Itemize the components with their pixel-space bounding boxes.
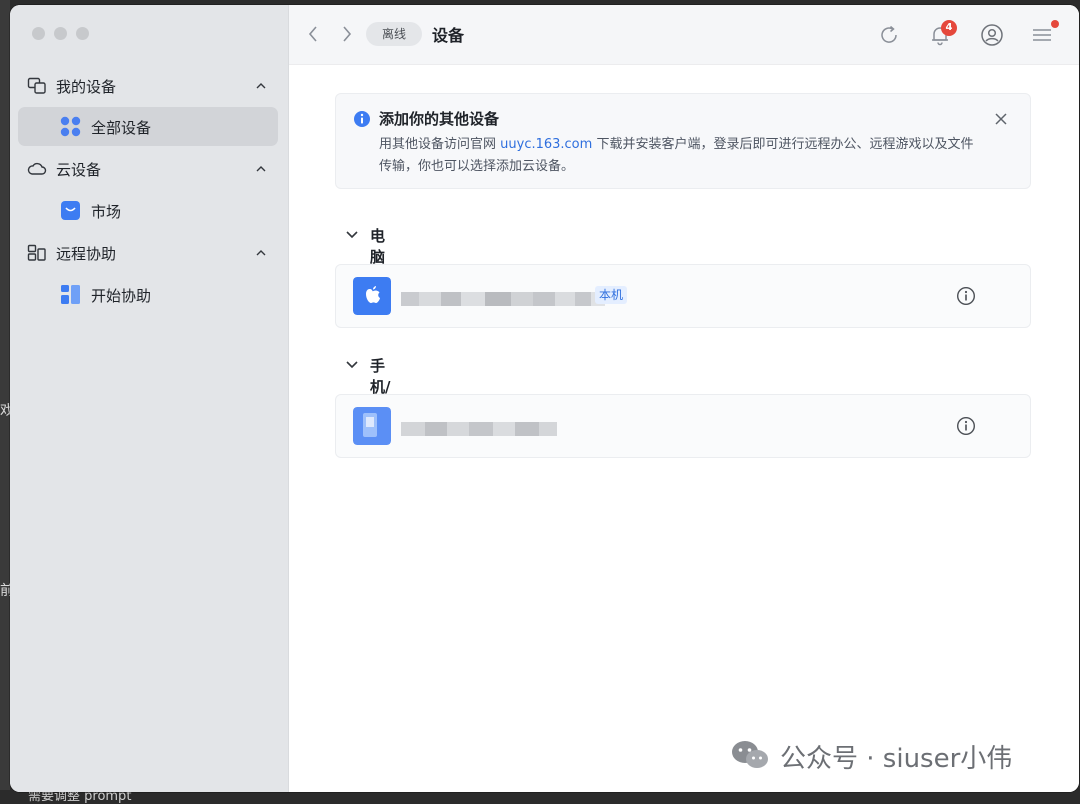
sidebar-group-label: 远程协助 bbox=[56, 245, 117, 263]
menu-notification-dot bbox=[1051, 20, 1059, 28]
chevron-up-icon[interactable] bbox=[255, 247, 267, 259]
device-card[interactable] bbox=[335, 394, 1031, 458]
grid-dots-icon bbox=[60, 116, 81, 137]
website-link[interactable]: uuyc.163.com bbox=[500, 137, 592, 152]
section-title-text: 电脑 bbox=[370, 227, 386, 266]
devices-icon bbox=[27, 77, 46, 94]
chevron-up-icon[interactable] bbox=[255, 163, 267, 175]
device-info-icon[interactable] bbox=[956, 416, 976, 436]
watermark: 公众号 · siuser小伟 bbox=[730, 732, 1060, 778]
cloud-icon bbox=[27, 162, 47, 175]
chevron-down-icon bbox=[346, 361, 358, 369]
remote-assist-icon bbox=[27, 244, 46, 261]
tablet-icon bbox=[353, 407, 391, 445]
add-devices-banner: 添加你的其他设备 用其他设备访问官网 uuyc.163.com 下载并安装客户端… bbox=[335, 93, 1031, 189]
notification-count-badge: 4 bbox=[941, 20, 957, 36]
sidebar-group-my-devices[interactable]: 我的设备 bbox=[10, 71, 288, 101]
app-window: 我的设备 全部设备 云设备 市场 远程协助 开始协助 离线 设备 4 添加你的其… bbox=[10, 5, 1079, 792]
sidebar: 我的设备 全部设备 云设备 市场 远程协助 开始协助 bbox=[10, 5, 289, 792]
sidebar-item-all-devices[interactable]: 全部设备 bbox=[18, 107, 278, 146]
sidebar-group-label: 云设备 bbox=[56, 161, 102, 179]
start-assist-icon bbox=[61, 285, 80, 304]
sidebar-item-market[interactable]: 市场 bbox=[18, 191, 278, 230]
sidebar-item-label: 市场 bbox=[91, 203, 122, 221]
shopping-bag-icon bbox=[61, 201, 80, 220]
device-name-redacted bbox=[401, 288, 605, 306]
device-name-redacted bbox=[401, 418, 557, 436]
forward-icon[interactable] bbox=[341, 25, 353, 43]
minimize-window-button[interactable] bbox=[54, 27, 67, 40]
back-icon[interactable] bbox=[307, 25, 319, 43]
status-badge: 离线 bbox=[366, 22, 422, 46]
sidebar-item-label: 全部设备 bbox=[91, 119, 152, 137]
sidebar-group-cloud-devices[interactable]: 云设备 bbox=[10, 154, 288, 184]
page-title: 设备 bbox=[432, 26, 465, 45]
menu-icon[interactable] bbox=[1031, 26, 1053, 44]
device-card[interactable]: 本机 bbox=[335, 264, 1031, 328]
window-controls bbox=[32, 27, 89, 40]
sidebar-group-label: 我的设备 bbox=[56, 78, 117, 96]
main-panel: 离线 设备 4 添加你的其他设备 用其他设备访问官网 uuyc.163.com … bbox=[289, 5, 1079, 792]
apple-icon bbox=[353, 277, 391, 315]
chevron-down-icon bbox=[346, 231, 358, 239]
sidebar-group-remote-assist[interactable]: 远程协助 bbox=[10, 238, 288, 268]
refresh-icon[interactable] bbox=[878, 24, 900, 46]
wechat-icon bbox=[732, 741, 768, 768]
info-icon bbox=[354, 111, 370, 127]
device-info-icon[interactable] bbox=[956, 286, 976, 306]
sidebar-item-label: 开始协助 bbox=[91, 287, 152, 305]
zoom-window-button[interactable] bbox=[76, 27, 89, 40]
banner-text-before: 用其他设备访问官网 bbox=[379, 137, 501, 152]
watermark-text: 公众号 · siuser小伟 bbox=[780, 744, 1013, 774]
banner-text: 用其他设备访问官网 uuyc.163.com 下载并安装客户端，登录后即可进行远… bbox=[379, 134, 979, 178]
close-icon[interactable] bbox=[993, 111, 1009, 127]
sidebar-item-start-assist[interactable]: 开始协助 bbox=[18, 275, 278, 314]
local-device-tag: 本机 bbox=[595, 286, 628, 304]
toolbar: 离线 设备 4 bbox=[289, 5, 1079, 65]
close-window-button[interactable] bbox=[32, 27, 45, 40]
chevron-up-icon[interactable] bbox=[255, 80, 267, 92]
user-icon[interactable] bbox=[980, 23, 1004, 47]
banner-title: 添加你的其他设备 bbox=[379, 110, 500, 128]
